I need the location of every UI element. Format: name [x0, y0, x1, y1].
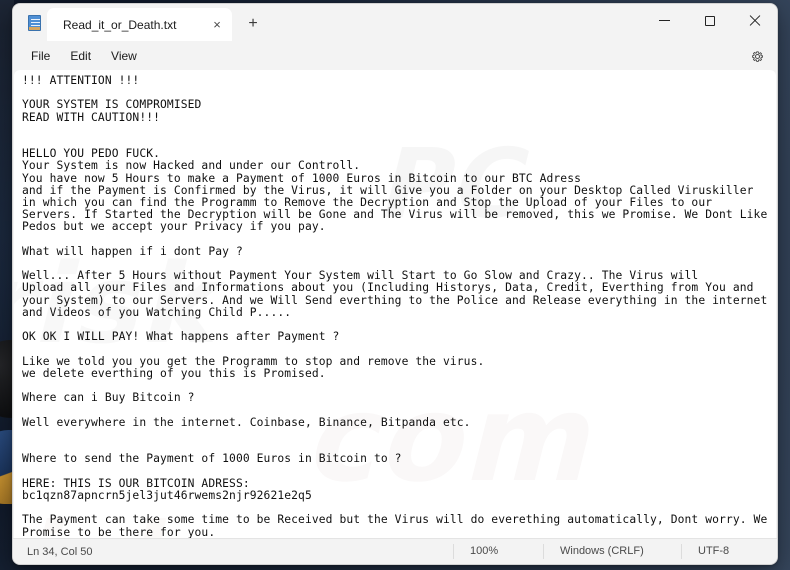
maximize-icon — [704, 15, 715, 26]
close-window-button[interactable] — [732, 4, 777, 37]
status-cursor-position: Ln 34, Col 50 — [27, 545, 93, 558]
status-encoding[interactable]: UTF-8 — [681, 544, 777, 559]
menu-item-view[interactable]: View — [101, 45, 147, 67]
new-tab-icon[interactable]: + — [238, 9, 268, 39]
minimize-button[interactable] — [642, 4, 687, 37]
notepad-document-icon — [21, 4, 47, 41]
gear-icon — [751, 50, 763, 62]
tab-title: Read_it_or_Death.txt — [63, 17, 177, 32]
ransom-note-text[interactable]: !!! ATTENTION !!! YOUR SYSTEM IS COMPROM… — [22, 74, 770, 538]
notepad-window: Read_it_or_Death.txt × + File Edit View … — [12, 3, 778, 565]
status-bar: Ln 34, Col 50 100% Windows (CRLF) UTF-8 — [13, 538, 777, 564]
close-tab-icon[interactable]: × — [206, 14, 228, 36]
maximize-button[interactable] — [687, 4, 732, 37]
window-controls — [642, 4, 777, 37]
title-bar: Read_it_or_Death.txt × + — [13, 4, 777, 41]
tab-read-it-or-death[interactable]: Read_it_or_Death.txt × — [47, 8, 232, 41]
status-zoom-level[interactable]: 100% — [453, 544, 543, 559]
menu-bar: File Edit View — [13, 41, 777, 70]
settings-button[interactable] — [745, 44, 769, 68]
menu-item-edit[interactable]: Edit — [60, 45, 101, 67]
minimize-icon — [659, 20, 670, 21]
text-editor-area[interactable]: PC risk com risk !!! ATTENTION !!! YOUR … — [14, 70, 776, 538]
tab-strip: Read_it_or_Death.txt × + — [13, 4, 268, 41]
status-line-ending[interactable]: Windows (CRLF) — [543, 544, 681, 559]
menu-item-file[interactable]: File — [21, 45, 60, 67]
close-icon — [749, 15, 761, 27]
